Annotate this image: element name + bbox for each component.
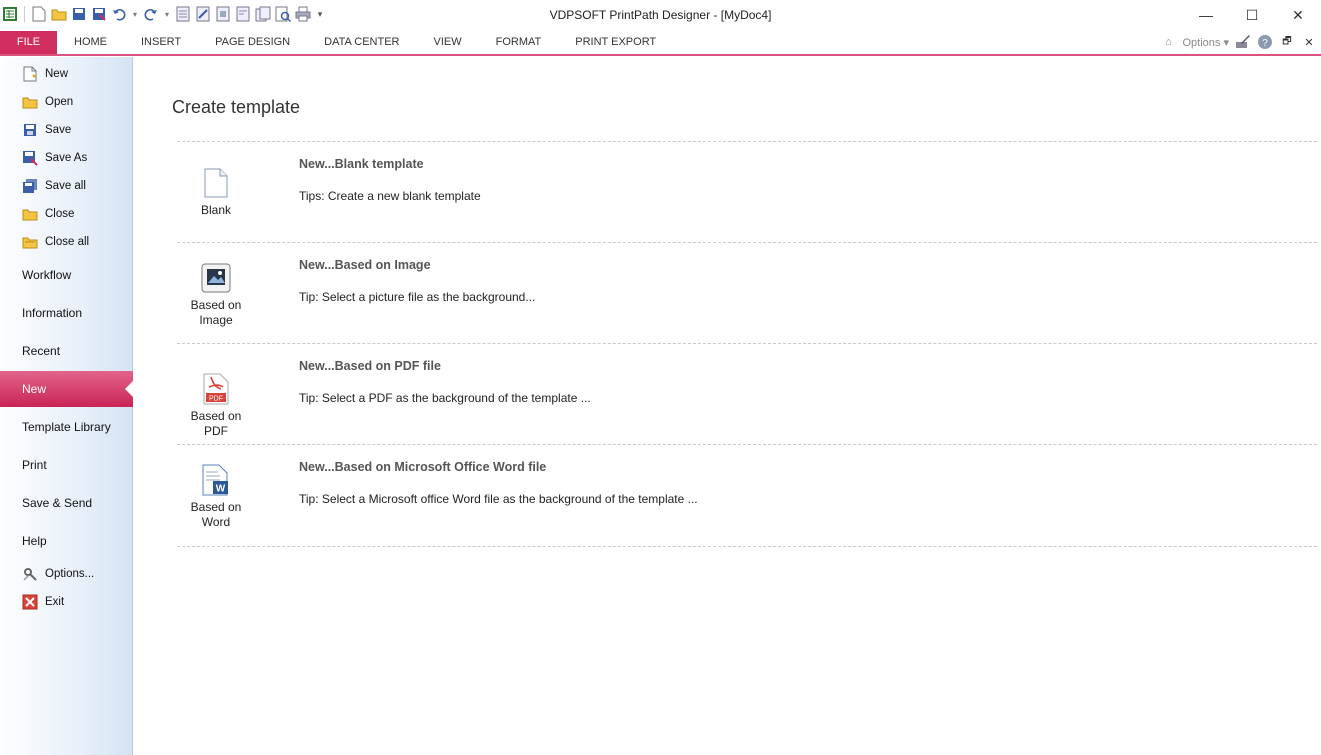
template-caption: Based on Word xyxy=(190,500,242,529)
template-button[interactable]: Based on Image xyxy=(177,262,255,328)
sidebar-section-print[interactable]: Print xyxy=(0,447,133,483)
blank-document-icon xyxy=(201,167,231,199)
section-divider xyxy=(177,546,1317,547)
template-tip: Tip: Select a picture file as the backgr… xyxy=(299,290,536,304)
template-title[interactable]: New...Blank template xyxy=(299,157,424,171)
svg-text:PDF: PDF xyxy=(209,396,223,403)
tab-page-design[interactable]: PAGE DESIGN xyxy=(198,31,307,54)
template-option-pdf[interactable]: PDF Based on PDF New...Based on PDF file Ti… xyxy=(177,347,1317,447)
new-file-icon xyxy=(22,66,38,82)
tab-file[interactable]: FILE xyxy=(0,31,57,54)
window-title: VDPSOFT PrintPath Designer - [MyDoc4] xyxy=(549,8,772,22)
template-caption: Blank xyxy=(200,203,232,217)
section-divider xyxy=(177,444,1317,445)
sidebar-section-workflow[interactable]: Workflow xyxy=(0,257,133,293)
template-caption: Based on PDF xyxy=(190,409,242,438)
help-icon[interactable]: ? xyxy=(1257,34,1273,50)
sidebar-item-save[interactable]: Save xyxy=(0,116,133,144)
sidebar-item-new[interactable]: New xyxy=(0,60,133,88)
word-icon: W xyxy=(201,464,231,496)
section-divider xyxy=(177,141,1317,142)
maximize-button[interactable]: ☐ xyxy=(1229,0,1275,30)
restore-down-icon[interactable]: 🗗 xyxy=(1279,34,1295,50)
template-title[interactable]: New...Based on Microsoft Office Word fil… xyxy=(299,460,546,474)
sidebar-item-label: Save xyxy=(45,124,72,136)
sidebar-item-save-all[interactable]: Save all xyxy=(0,172,133,200)
tab-data-center[interactable]: DATA CENTER xyxy=(307,31,416,54)
template-tip: Tip: Select a PDF as the background of t… xyxy=(299,391,591,405)
ribbon: FILE HOME INSERT PAGE DESIGN DATA CENTER VIEW… xyxy=(0,31,1321,56)
sidebar-item-close[interactable]: Close xyxy=(0,200,133,228)
close-all-folder-icon xyxy=(22,234,38,250)
sidebar-section-new[interactable]: New xyxy=(0,371,134,407)
sidebar-item-save-as[interactable]: Save As xyxy=(0,144,133,172)
template-tip: Tips: Create a new blank template xyxy=(299,189,481,203)
template-option-image[interactable]: Based on Image New...Based on Image Tip: S… xyxy=(177,246,1317,346)
template-option-blank-document[interactable]: Blank New...Blank template Tips: Create a … xyxy=(177,145,1317,245)
main-content: Create template Blank New...Blank templat… xyxy=(134,57,1321,755)
tab-format[interactable]: FORMAT xyxy=(479,31,559,54)
sidebar-section-recent[interactable]: Recent xyxy=(0,333,133,369)
sidebar-item-label: Close xyxy=(45,208,75,220)
window-controls: — ☐ ✕ xyxy=(1183,0,1321,30)
sidebar-item-open[interactable]: Open xyxy=(0,88,133,116)
sidebar-section-help[interactable]: Help xyxy=(0,523,133,559)
save-icon xyxy=(22,122,38,138)
tab-print-export[interactable]: PRINT EXPORT xyxy=(558,31,673,54)
tab-insert[interactable]: INSERT xyxy=(124,31,198,54)
template-option-word[interactable]: W Based on Word New...Based on Microsoft O… xyxy=(177,448,1317,548)
sidebar-item-label: Close all xyxy=(45,236,90,248)
tab-view[interactable]: VIEW xyxy=(417,31,479,54)
edit-icon[interactable] xyxy=(1235,34,1251,50)
options-icon xyxy=(22,566,38,582)
page-title: Create template xyxy=(172,97,301,117)
close-button[interactable]: ✕ xyxy=(1275,0,1321,30)
template-button[interactable]: W Based on Word xyxy=(177,464,255,530)
template-title[interactable]: New...Based on PDF file xyxy=(299,359,441,373)
minimize-button[interactable]: — xyxy=(1183,0,1229,30)
section-divider xyxy=(177,242,1317,243)
image-icon xyxy=(201,262,231,294)
collapse-ribbon-icon[interactable]: ⌂ xyxy=(1160,34,1176,50)
template-caption: Based on Image xyxy=(190,298,242,327)
ribbon-right-controls: ⌂ Options ▾ ? 🗗 ✕ xyxy=(1160,34,1321,50)
sidebar-section-information[interactable]: Information xyxy=(0,295,133,331)
file-backstage-sidebar: New Open Save Save As Save all Close Close all… xyxy=(0,57,134,755)
title-bar: ▾ ▾ ▾ VDPSOFT PrintPath Designer - [MyDo… xyxy=(0,0,1321,31)
chevron-down-icon: ▾ xyxy=(1223,36,1229,49)
open-folder-icon xyxy=(22,94,38,110)
save-as-icon xyxy=(22,150,38,166)
svg-text:W: W xyxy=(216,484,226,495)
sidebar-section-save-send[interactable]: Save & Send xyxy=(0,485,133,521)
close-document-icon[interactable]: ✕ xyxy=(1301,34,1317,50)
sidebar-item-label: Options... xyxy=(45,568,95,580)
sidebar-item-label: Save all xyxy=(45,180,86,192)
template-button[interactable]: PDF Based on PDF xyxy=(177,373,255,439)
exit-icon xyxy=(22,594,38,610)
pdf-icon: PDF xyxy=(201,373,231,405)
template-button[interactable]: Blank xyxy=(177,167,255,218)
options-menu[interactable]: Options ▾ xyxy=(1182,36,1229,49)
sidebar-item-label: New xyxy=(45,68,69,80)
sidebar-item-label: Save As xyxy=(45,152,88,164)
sidebar-item-label: Open xyxy=(45,96,74,108)
section-divider xyxy=(177,343,1317,344)
ribbon-tabs: FILE HOME INSERT PAGE DESIGN DATA CENTER VIEW… xyxy=(0,31,673,54)
tab-home[interactable]: HOME xyxy=(57,31,124,54)
sidebar-section-template-library[interactable]: Template Library xyxy=(0,409,133,445)
sidebar-item-label: Exit xyxy=(45,596,65,608)
sidebar-item-options[interactable]: Options... xyxy=(0,560,133,588)
close-folder-icon xyxy=(22,206,38,222)
save-all-icon xyxy=(22,178,38,194)
sidebar-item-exit[interactable]: Exit xyxy=(0,588,133,616)
options-label: Options xyxy=(1182,36,1221,49)
template-tip: Tip: Select a Microsoft office Word file… xyxy=(299,492,698,506)
sidebar-item-close-all[interactable]: Close all xyxy=(0,228,133,256)
template-title[interactable]: New...Based on Image xyxy=(299,258,431,272)
help-glyph: ? xyxy=(1262,38,1268,49)
